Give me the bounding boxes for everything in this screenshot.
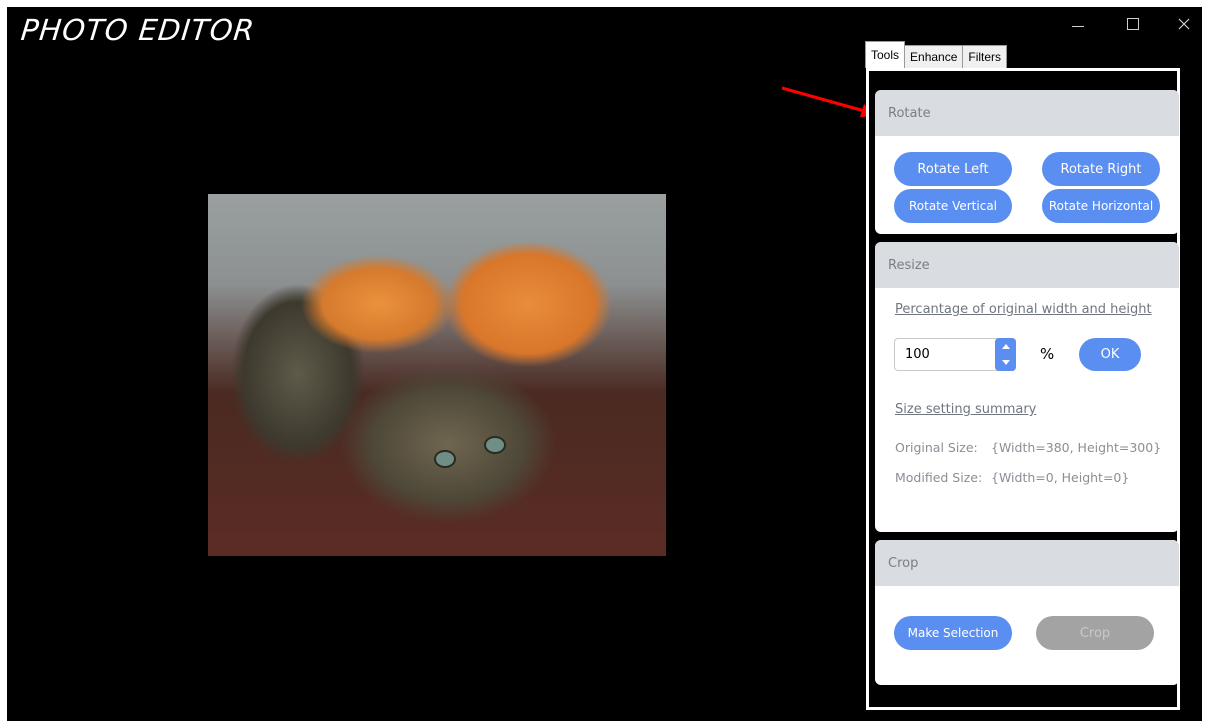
rotate-horizontal-button[interactable]: Rotate Horizontal: [1042, 189, 1160, 223]
tab-bar: Tools Enhance Filters: [865, 41, 1008, 68]
make-selection-button[interactable]: Make Selection: [894, 616, 1012, 650]
maximize-icon: [1127, 18, 1139, 30]
chevron-up-icon[interactable]: [1001, 343, 1010, 349]
resize-section: Resize: [875, 242, 1179, 532]
original-size-label: Original Size:: [895, 440, 978, 455]
app-title: PHOTO EDITOR: [19, 13, 257, 47]
stepper-buttons[interactable]: [995, 338, 1016, 371]
percentage-stepper[interactable]: 100: [894, 338, 1016, 371]
close-button[interactable]: [1160, 7, 1208, 41]
maximize-button[interactable]: [1109, 7, 1157, 41]
percent-symbol: %: [1040, 345, 1055, 363]
modified-size-label: Modified Size:: [895, 470, 983, 485]
crop-section: Crop: [875, 540, 1179, 685]
ok-button[interactable]: OK: [1079, 338, 1141, 371]
minimize-icon: [1072, 25, 1084, 27]
tab-filters[interactable]: Filters: [962, 45, 1008, 68]
close-icon: [1178, 18, 1190, 30]
resize-header: Resize: [875, 242, 1179, 288]
rotate-header: Rotate: [875, 90, 1179, 136]
tab-tools[interactable]: Tools: [865, 41, 906, 68]
percentage-link[interactable]: Percantage of original width and height: [895, 302, 1152, 317]
cat-eye: [436, 452, 454, 466]
rotate-left-button[interactable]: Rotate Left: [894, 152, 1012, 186]
size-summary-link[interactable]: Size setting summary: [895, 402, 1036, 417]
rotate-vertical-button[interactable]: Rotate Vertical: [894, 189, 1012, 223]
chevron-down-icon[interactable]: [1001, 360, 1010, 366]
tab-enhance[interactable]: Enhance: [904, 45, 964, 68]
rotate-right-button[interactable]: Rotate Right: [1042, 152, 1160, 186]
percentage-value[interactable]: 100: [905, 347, 930, 362]
crop-button[interactable]: Crop: [1036, 616, 1154, 650]
original-size-value: {Width=380, Height=300}: [991, 440, 1162, 455]
photo-canvas[interactable]: [208, 194, 666, 556]
minimize-button[interactable]: [1054, 7, 1102, 41]
crop-header: Crop: [875, 540, 1179, 586]
cat-eye: [486, 438, 504, 452]
annotation-arrow-icon: [781, 86, 878, 117]
modified-size-value: {Width=0, Height=0}: [991, 470, 1130, 485]
